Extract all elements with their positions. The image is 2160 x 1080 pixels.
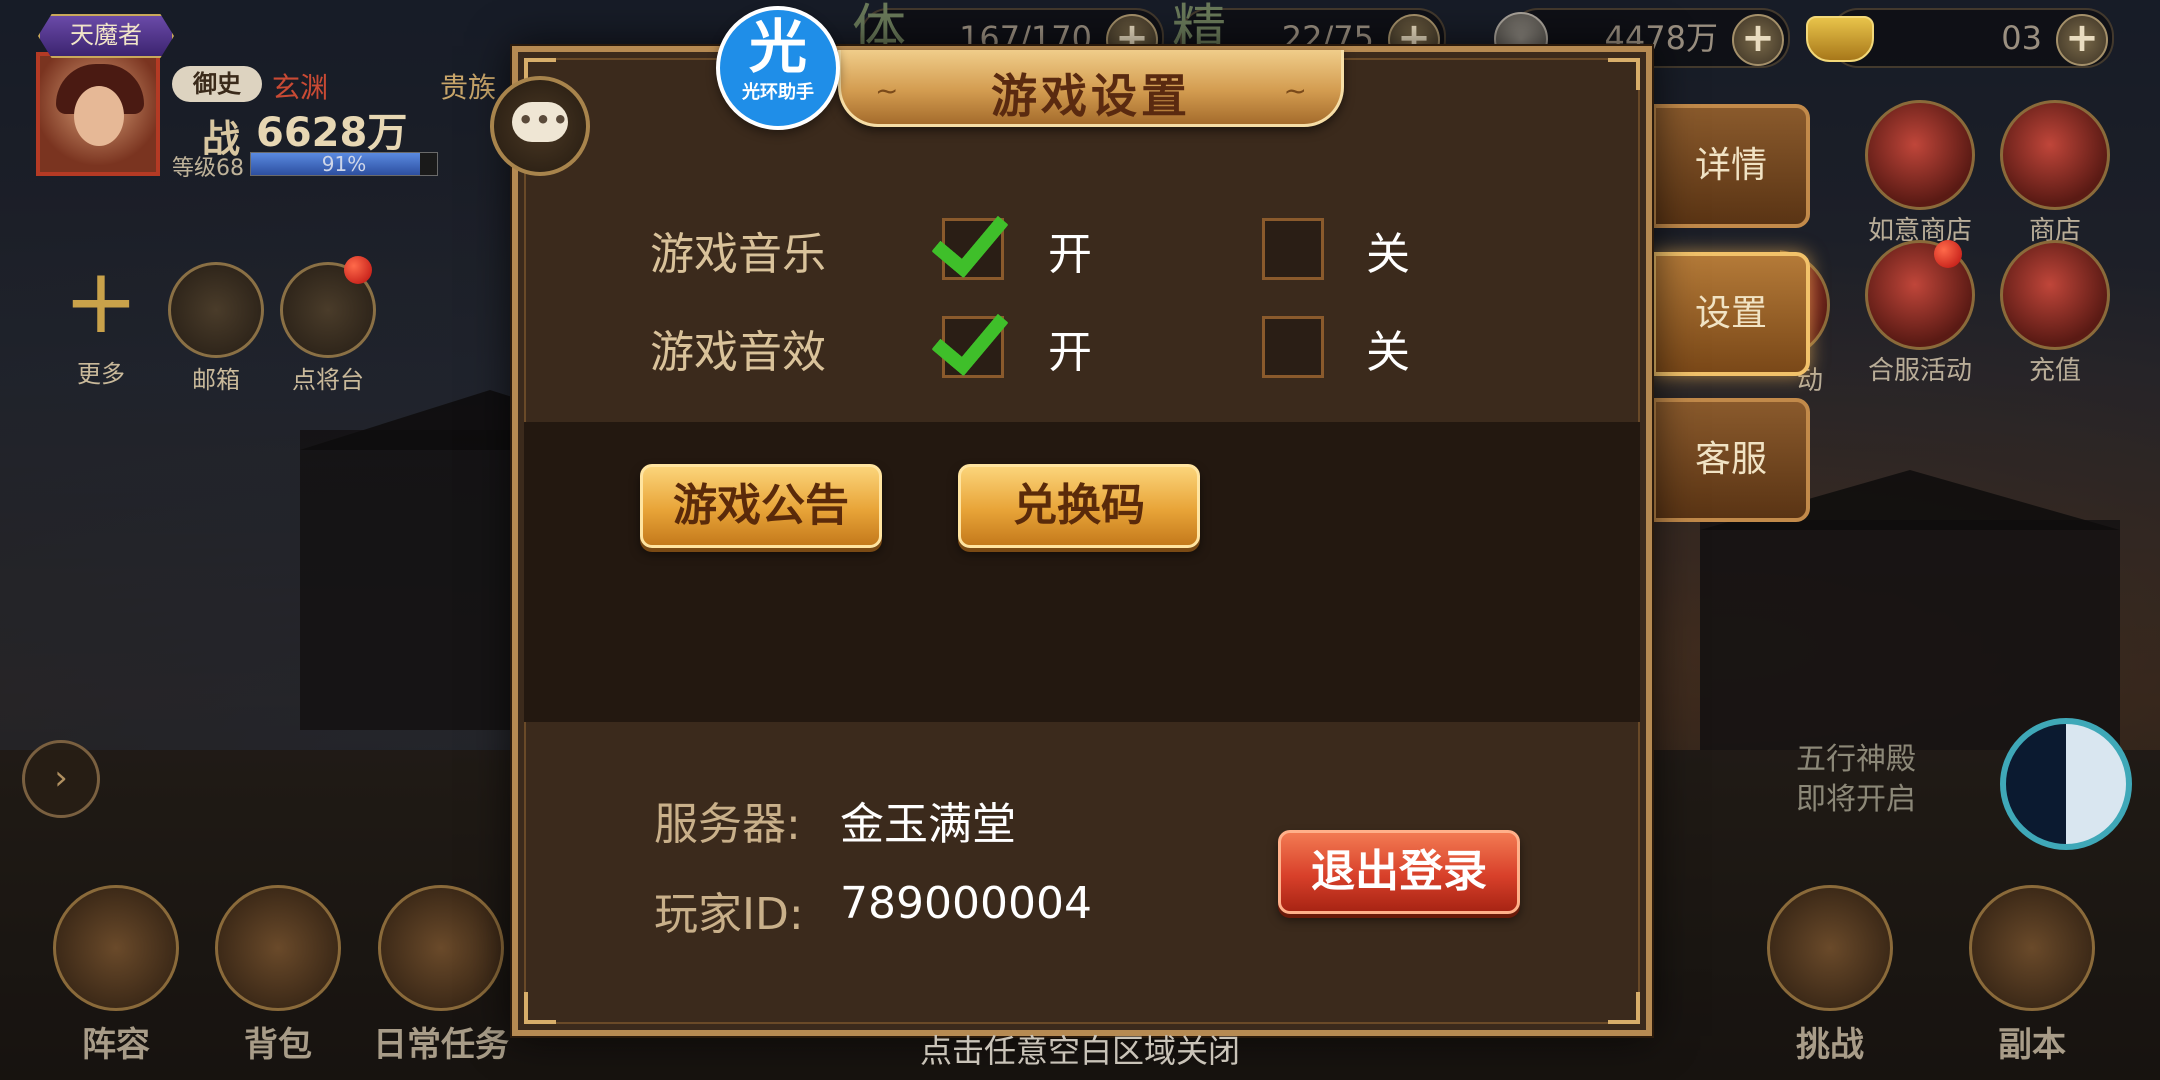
buttons-section: 游戏公告 兑换码 [524,422,1640,722]
add-copper-button[interactable]: + [1732,14,1784,66]
notification-dot [1934,240,1962,268]
dialog-title: 游戏设置 [991,69,1191,123]
mailbox-button[interactable]: 邮箱 [168,262,264,395]
ruyi-shop-icon [1865,100,1975,210]
announcement-button[interactable]: 游戏公告 [640,464,882,548]
player-level: 等级68 [172,156,244,181]
player-rank-badge: 御史 [172,66,262,102]
game-settings-dialog: ~ 游戏设置 ~ 游戏音乐 开 关 游戏音效 开 关 游戏公告 兑换码 服务器:… [512,46,1652,1036]
recharge-button[interactable]: 充值 [2000,240,2110,387]
redeem-code-button[interactable]: 兑换码 [958,464,1200,548]
music-setting-row: 游戏音乐 开 关 [518,197,1646,292]
vip-label: 贵族 [440,71,497,104]
avatar-face [74,86,124,146]
gold-ingot-icon [1806,16,1874,62]
recruit-label: 点将台 [292,366,364,394]
music-off-label: 关 [1366,229,1410,280]
power-value: 6628万 [256,110,408,156]
corner-ornament [1608,992,1640,1024]
chat-button[interactable]: ••• [490,76,590,176]
guanghuan-helper-button[interactable]: 光 光环助手 [716,6,840,130]
dungeon-icon [1969,885,2095,1011]
close-hint: 点击任意空白区域关闭 [919,1032,1240,1070]
sfx-label: 游戏音效 [650,327,826,378]
gold-value: 03 [2001,19,2042,57]
tab-details[interactable]: 详情 [1652,104,1810,228]
sfx-setting-row: 游戏音效 开 关 [518,295,1646,390]
five-temple-name: 五行神殿 [1796,742,1916,777]
tab-settings[interactable]: 设置 [1652,252,1810,376]
expand-arrow-button[interactable]: › [22,740,100,818]
yinyang-icon[interactable] [2000,718,2132,850]
sfx-on-checkbox[interactable] [931,295,1009,378]
five-temple-status: 即将开启 [1796,782,1916,817]
helper-logo-text: 光环助手 [742,82,814,103]
player-id-value: 789000004 [840,878,1092,929]
player-avatar[interactable] [36,52,160,176]
music-off-checkbox[interactable] [1262,218,1324,280]
plus-icon: + [63,249,139,354]
player-id-label: 玩家ID: [654,889,804,940]
music-on-checkbox[interactable] [931,197,1009,280]
sfx-off-label: 关 [1366,327,1410,378]
checkmark-icon [931,197,1009,279]
chat-dots-icon: ••• [518,106,571,134]
five-elements-temple[interactable]: 五行神殿 即将开启 [1796,740,1916,820]
shop-button[interactable]: 商店 [2000,100,2110,247]
music-on-label: 开 [1048,229,1092,280]
dialog-title-plate: ~ 游戏设置 ~ [838,50,1344,127]
daily-tasks-icon [378,885,504,1011]
more-label: 更多 [77,360,125,388]
more-button[interactable]: + 更多 [56,249,146,389]
helper-logo-glyph: 光 [748,13,807,81]
shop-icon [2000,100,2110,210]
server-value: 金玉满堂 [840,799,1016,850]
ruyi-shop-button[interactable]: 如意商店 [1850,100,1990,247]
checkmark-icon [931,295,1009,377]
cloud-ornament-icon: ~ [1283,74,1307,107]
recharge-icon [2000,240,2110,350]
logout-button[interactable]: 退出登录 [1278,830,1520,914]
music-label: 游戏音乐 [650,229,826,280]
challenge-icon [1767,885,1893,1011]
recruit-button[interactable]: 点将台 [280,256,376,395]
lineup-icon [53,885,179,1011]
sfx-on-label: 开 [1048,327,1092,378]
sfx-off-checkbox[interactable] [1262,316,1324,378]
corner-ornament [1608,58,1640,90]
bag-icon [215,885,341,1011]
notification-dot [344,256,372,284]
tab-customer-service[interactable]: 客服 [1652,398,1810,522]
mail-icon [168,262,264,358]
corner-ornament [524,992,556,1024]
merge-server-event-button[interactable]: 合服活动 [1850,240,1990,387]
recharge-label: 充值 [2028,356,2081,386]
exp-percent: 91% [321,152,367,176]
exp-bar: 91% [250,152,438,176]
merge-server-event-label: 合服活动 [1867,356,1972,386]
mailbox-label: 邮箱 [192,366,240,394]
player-title-badge: 天魔者 [38,14,174,58]
add-gold-button[interactable]: + [2056,14,2108,66]
server-label: 服务器: [654,799,801,850]
